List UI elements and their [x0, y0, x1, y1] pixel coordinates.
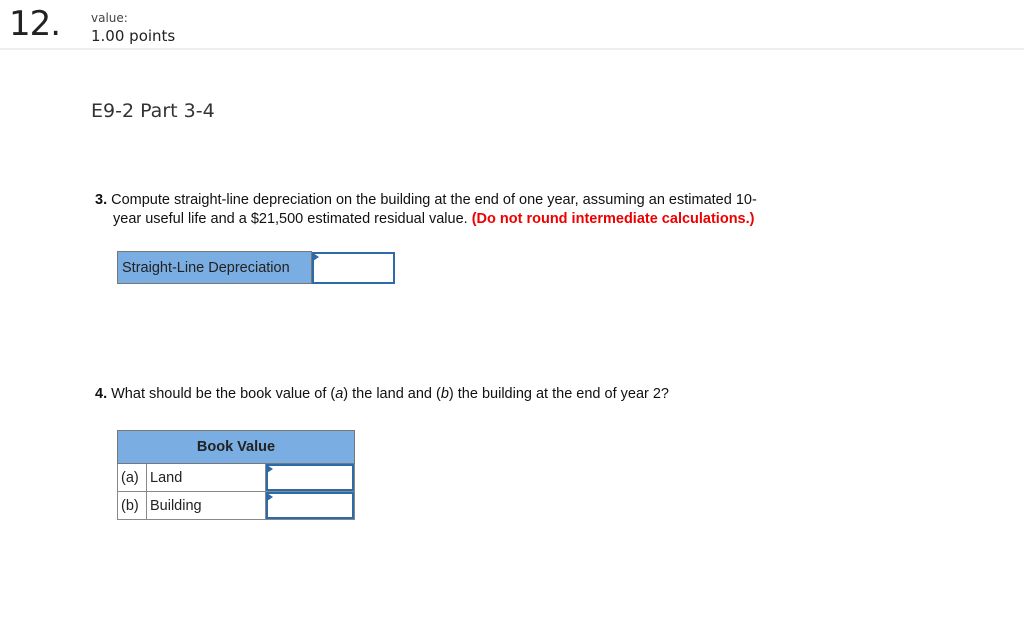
part4-text: What should be the book value of (a) the…: [111, 386, 669, 402]
header-divider: [0, 48, 1024, 50]
input-flag-icon: [313, 252, 319, 261]
input-flag-icon: [267, 493, 273, 501]
value-label: value:: [91, 11, 128, 25]
points-value: 1.00 points: [91, 27, 176, 45]
part3-instruction: (Do not round intermediate calculations.…: [471, 211, 755, 227]
building-book-value-input[interactable]: [266, 492, 354, 519]
part4-prompt: 4. What should be the book value of (a) …: [95, 386, 669, 402]
straight-line-table: Straight-Line Depreciation: [117, 251, 395, 284]
land-cell: [265, 463, 355, 492]
table-row: (b) Building: [117, 491, 355, 520]
input-flag-icon: [267, 465, 273, 473]
row-key: (a): [117, 463, 147, 492]
book-value-header: Book Value: [117, 430, 355, 464]
table-row: (a) Land: [117, 463, 355, 492]
part3-number: 3.: [95, 192, 108, 208]
book-value-table: Book Value (a) Land (b) Building: [117, 430, 355, 520]
row-key: (b): [117, 491, 147, 520]
question-number: 12.: [9, 4, 61, 44]
row-label: Land: [146, 463, 266, 492]
part4-number: 4.: [95, 386, 108, 402]
straight-line-cell: [312, 251, 395, 284]
part3-text-line2: year useful life and a $21,500 estimated…: [113, 211, 468, 227]
building-cell: [265, 491, 355, 520]
part3-text-line1: Compute straight-line depreciation on th…: [111, 192, 757, 208]
land-book-value-input[interactable]: [266, 464, 354, 491]
problem-title: E9-2 Part 3-4: [91, 100, 215, 122]
part3-prompt: 3. Compute straight-line depreciation on…: [95, 191, 815, 229]
row-label: Building: [146, 491, 266, 520]
straight-line-label: Straight-Line Depreciation: [117, 251, 312, 284]
straight-line-depreciation-input[interactable]: [312, 251, 395, 284]
